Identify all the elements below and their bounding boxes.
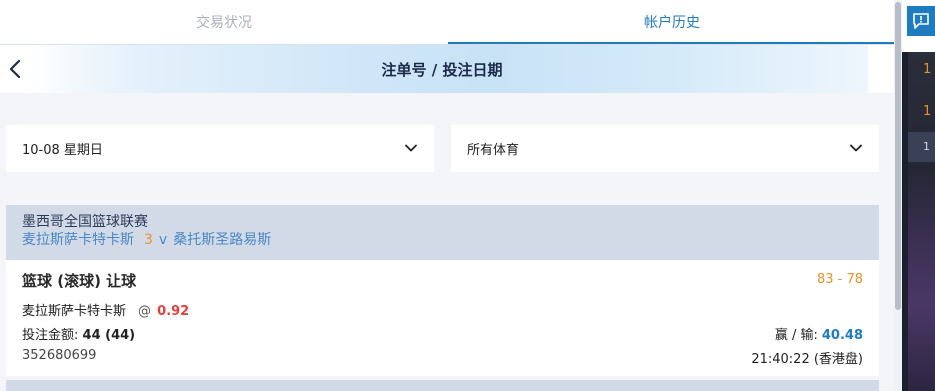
stake-label: 投注金额: [22,328,79,343]
side-content [908,52,935,391]
final-score: 83 - 78 [816,272,863,287]
odds-value: 0.92 [157,304,190,319]
home-team: 麦拉斯萨卡特卡斯 [22,232,134,248]
side-strip-label: 1 [923,140,930,153]
scrollbar-thumb[interactable] [895,2,901,310]
away-team: 桑托斯圣路易斯 [173,232,272,248]
ticket-id: 352680699 [22,348,97,363]
at-symbol: @ [138,304,152,319]
date-select[interactable]: 10-08 星期日 [6,125,434,172]
date-select-value: 10-08 星期日 [22,143,103,158]
bet-card[interactable]: 篮球 (滚球) 让球 83 - 78 麦拉斯萨卡特卡斯 @ 0.92 投注金额: … [6,260,879,376]
side-number: 1 [923,104,932,119]
chevron-down-icon [405,144,417,152]
tab-bar: 交易状况 帐户历史 [0,0,896,44]
win-loss-label: 赢 / 输: [774,328,818,343]
live-score: 3 [144,232,153,248]
bet-type: 篮球 (滚球) 让球 [22,272,137,290]
win-loss-value: 40.48 [821,328,863,343]
match-header: 墨西哥全国篮球联赛 麦拉斯萨卡特卡斯 3 v 桑托斯圣路易斯 [6,205,879,260]
page-title: 注单号 / 投注日期 [381,60,503,79]
tab-transactions[interactable]: 交易状况 [0,0,448,44]
bet-selection: 麦拉斯萨卡特卡斯 @ 0.92 [22,300,189,319]
next-match-header [6,380,879,391]
sport-select-value: 所有体育 [467,143,520,158]
stake-value: 44 (44) [82,328,136,343]
match-teams: 麦拉斯萨卡特卡斯 3 v 桑托斯圣路易斯 [22,231,863,249]
side-strip [908,132,935,162]
side-number: 1 [923,62,932,77]
message-icon [913,13,929,29]
tab-account-history[interactable]: 帐户历史 [448,0,896,44]
selection-team: 麦拉斯萨卡特卡斯 [22,304,127,319]
win-loss: 赢 / 输: 40.48 [775,324,863,343]
league-name: 墨西哥全国篮球联赛 [22,214,148,230]
main-panel: 交易状况 帐户历史 注单号 / 投注日期 10-08 星期日 所有体育 墨西哥全… [0,0,896,391]
bet-time: 21:40:22 (香港盘) [751,352,863,367]
chat-button[interactable] [907,6,935,36]
vs-label: v [158,232,168,248]
stake: 投注金额: 44 (44) [22,324,135,343]
sport-select[interactable]: 所有体育 [451,125,879,172]
chevron-down-icon [850,144,862,152]
